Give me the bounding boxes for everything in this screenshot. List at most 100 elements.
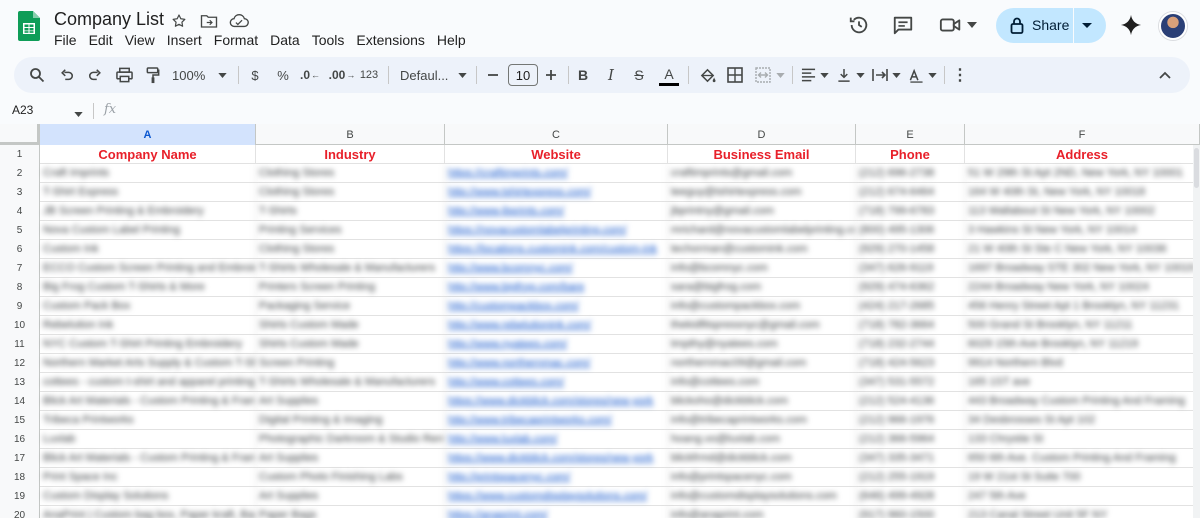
cell-website[interactable]: http://www.tshirtexpress.com/ (445, 183, 668, 202)
cell-business-email[interactable]: blickoho@dickblick.com (668, 392, 856, 411)
name-box-chevron-icon[interactable] (74, 104, 83, 122)
row-number[interactable]: 14 (0, 392, 40, 411)
cell-address[interactable]: 165 1ST ave (965, 373, 1200, 392)
cell-address[interactable]: 2244 Broadway New York, NY 10024 (965, 278, 1200, 297)
cell-phone[interactable]: (917) 960-1500 (856, 506, 965, 518)
cell-address[interactable]: 51 W 29th St Apt 2ND, New York, NY 10001 (965, 164, 1200, 183)
column-header-d[interactable]: D (668, 124, 856, 145)
cell-industry[interactable]: T-Shirts Wholesale & Manufacturers (256, 373, 445, 392)
cell-company-name[interactable]: ECCO Custom Screen Printing and Embroide… (40, 259, 256, 278)
cell-phone[interactable]: (929) 474-6362 (856, 278, 965, 297)
cell-phone[interactable]: (212) 696-2738 (856, 164, 965, 183)
cell-industry[interactable]: T-Shirts Wholesale & Manufacturers (256, 259, 445, 278)
vertical-scrollbar[interactable] (1193, 145, 1200, 518)
horizontal-align-chevron-icon[interactable] (818, 57, 830, 93)
paint-format-icon[interactable] (142, 57, 164, 93)
row-number[interactable]: 20 (0, 506, 40, 518)
cell-company-name[interactable]: Tribeca Printworks (40, 411, 256, 430)
cell-business-email[interactable]: jbprintny@gmail.com (668, 202, 856, 221)
header-website[interactable]: Website (445, 145, 668, 164)
formula-input[interactable] (124, 103, 1184, 119)
cell-industry[interactable]: Shirts Custom Made (256, 316, 445, 335)
cell-industry[interactable]: Clothing Stores (256, 240, 445, 259)
text-wrapping-chevron-icon[interactable] (890, 57, 902, 93)
search-menus-icon[interactable] (26, 57, 48, 93)
cell-industry[interactable]: Photographic Darkroom & Studio Rentals (256, 430, 445, 449)
bold-button[interactable]: B (574, 57, 592, 93)
cell-website[interactable]: http://www.nyatees.com/ (445, 335, 668, 354)
menu-insert[interactable]: Insert (167, 32, 208, 48)
increase-font-size-icon[interactable] (542, 57, 560, 93)
cell-industry[interactable]: Shirts Custom Made (256, 335, 445, 354)
strikethrough-button[interactable]: S (630, 57, 648, 93)
cell-industry[interactable]: Printers Screen Printing (256, 278, 445, 297)
cell-website[interactable]: https://locations.customink.com/custom-i… (445, 240, 668, 259)
cell-website[interactable]: http://www.rebelutionink.com/ (445, 316, 668, 335)
cell-industry[interactable]: T-Shirts (256, 202, 445, 221)
cell-address[interactable]: 9914 Northern Blvd (965, 354, 1200, 373)
number-format-button[interactable]: 123 (358, 57, 380, 93)
more-tools-icon[interactable]: ⋮ (950, 57, 970, 93)
cell-website[interactable]: https://novacustomlabelprinting.com/ (445, 221, 668, 240)
cell-phone[interactable]: (929) 270-1458 (856, 240, 965, 259)
star-icon[interactable] (168, 10, 190, 32)
row-number[interactable]: 9 (0, 297, 40, 316)
cell-company-name[interactable]: T-Shirt Express (40, 183, 256, 202)
redo-icon[interactable] (84, 57, 106, 93)
cell-phone[interactable]: (212) 674-6464 (856, 183, 965, 202)
font-dropdown-chevron-icon[interactable] (456, 57, 468, 93)
cell-industry[interactable]: Custom Photo Finishing Labs (256, 468, 445, 487)
header-company-name[interactable]: Company Name (40, 145, 256, 164)
format-percent-button[interactable]: % (274, 57, 292, 93)
zoom-select[interactable]: 100% (172, 57, 212, 93)
cell-business-email[interactable]: info@anaprint.com (668, 506, 856, 518)
undo-icon[interactable] (56, 57, 78, 93)
cell-company-name[interactable]: Nova Custom Label Printing (40, 221, 256, 240)
cell-address[interactable]: 456 Henry Street Apt 1 Brooklyn, NY 1123… (965, 297, 1200, 316)
row-number[interactable]: 1 (0, 145, 40, 164)
cell-company-name[interactable]: Blick Art Materials - Custom Printing & … (40, 392, 256, 411)
menu-help[interactable]: Help (437, 32, 472, 48)
share-button[interactable]: Share (996, 8, 1106, 43)
cell-company-name[interactable]: Print Space Inc (40, 468, 256, 487)
cell-website[interactable]: http://www.luxlab.com/ (445, 430, 668, 449)
menu-data[interactable]: Data (270, 32, 306, 48)
cell-business-email[interactable]: mrichard@novacustomlabelprinting.com (668, 221, 856, 240)
cell-website[interactable]: http://custompackbox.com/ (445, 297, 668, 316)
cell-business-email[interactable]: teeguy@tshirtexpress.com (668, 183, 856, 202)
cell-address[interactable]: 650 6th Ave. Custom Printing And Framing (965, 449, 1200, 468)
cell-website[interactable]: https://www.customdisplaysolutions.com/ (445, 487, 668, 506)
cell-phone[interactable]: (718) 799-6783 (856, 202, 965, 221)
sheets-logo-icon[interactable] (18, 11, 40, 41)
cell-website[interactable]: https://www.dickblick.com/stores/new-yor… (445, 449, 668, 468)
cell-phone[interactable]: (718) 232-2744 (856, 335, 965, 354)
cell-website[interactable]: https://craftimprints.com/ (445, 164, 668, 183)
cell-company-name[interactable]: Craft Imprints (40, 164, 256, 183)
cell-address[interactable]: 6029 15th Ave Brooklyn, NY 11219 (965, 335, 1200, 354)
cell-website[interactable]: http://www.northernmac.com/ (445, 354, 668, 373)
row-number[interactable]: 15 (0, 411, 40, 430)
cell-address[interactable]: 247 5th Ave (965, 487, 1200, 506)
cell-industry[interactable]: Printing Services (256, 221, 445, 240)
share-dropdown-chevron-icon[interactable] (1081, 16, 1093, 39)
row-number[interactable]: 5 (0, 221, 40, 240)
font-size-input[interactable]: 10 (508, 64, 538, 86)
cell-business-email[interactable]: northernmac09@gmail.com (668, 354, 856, 373)
cell-website[interactable]: http://www.tribecaprintworks.com/ (445, 411, 668, 430)
cell-phone[interactable]: (718) 424-5623 (856, 354, 965, 373)
cell-phone[interactable]: (424) 217-2685 (856, 297, 965, 316)
gemini-sparkle-icon[interactable] (1118, 12, 1144, 38)
cell-website[interactable]: http://printspacenyc.com/ (445, 468, 668, 487)
cell-industry[interactable]: Clothing Stores (256, 183, 445, 202)
cell-phone[interactable]: (212) 255-1919 (856, 468, 965, 487)
column-header-c[interactable]: C (445, 124, 668, 145)
cell-address[interactable]: 133 Chrystie St (965, 430, 1200, 449)
text-rotation-chevron-icon[interactable] (926, 57, 938, 93)
cell-website[interactable]: https://anaprint.com/ (445, 506, 668, 518)
row-number[interactable]: 2 (0, 164, 40, 183)
cell-company-name[interactable]: Custom Display Solutions (40, 487, 256, 506)
menu-format[interactable]: Format (214, 32, 264, 48)
cell-company-name[interactable]: Custom Pack Box (40, 297, 256, 316)
cell-address[interactable]: 213 Canal Street Unit 5F NY (965, 506, 1200, 518)
cell-phone[interactable]: (212) 966-1976 (856, 411, 965, 430)
